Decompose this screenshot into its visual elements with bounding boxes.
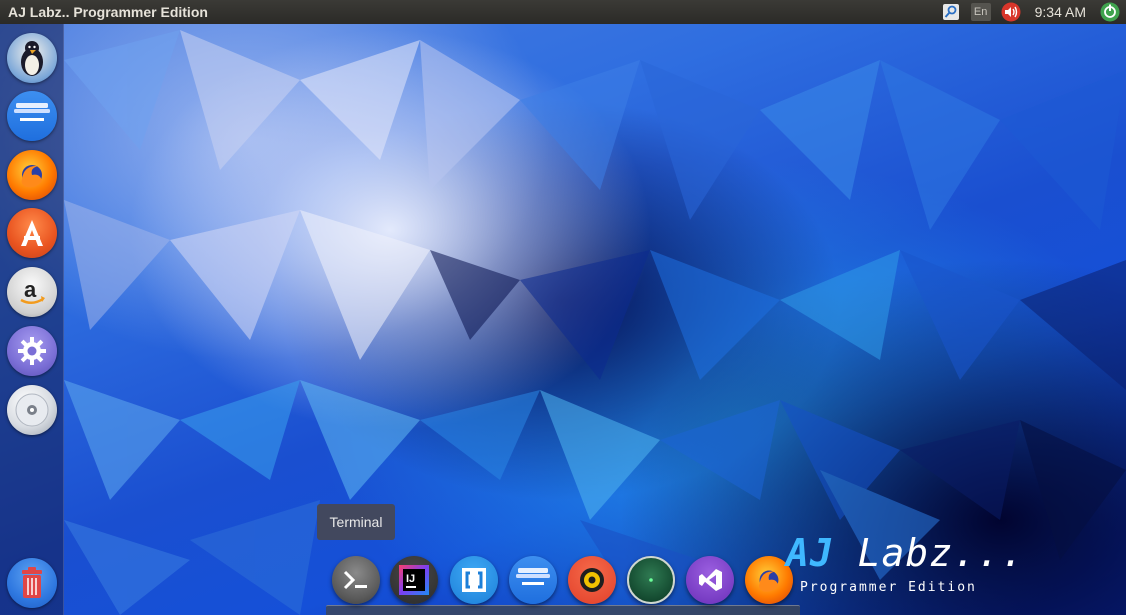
brand-subtitle: Programmer Edition xyxy=(800,580,977,595)
files-app-icon[interactable] xyxy=(7,91,57,141)
keyboard-layout-indicator[interactable]: En xyxy=(970,3,991,21)
svg-text:a: a xyxy=(24,277,37,302)
dock-tooltip: Terminal xyxy=(317,504,395,540)
software-center-icon[interactable] xyxy=(7,208,57,258)
clock[interactable]: 9:34 AM xyxy=(1031,4,1090,20)
volume-icon[interactable] xyxy=(1001,2,1021,22)
user-avatar-icon[interactable] xyxy=(7,33,57,83)
search-indicator-icon[interactable] xyxy=(941,2,961,22)
top-panel: AJ Labz.. Programmer Edition En 9:34 AM xyxy=(0,0,1126,24)
files-app-icon[interactable] xyxy=(509,556,557,604)
firefox-icon[interactable] xyxy=(7,150,57,200)
desktop-wallpaper xyxy=(0,0,1126,615)
brand-title-prefix: AJ xyxy=(786,531,834,575)
visual-studio-code-icon[interactable] xyxy=(686,556,734,604)
wallpaper-facets xyxy=(64,30,1126,615)
radar-app-icon[interactable] xyxy=(627,556,675,604)
music-player-icon[interactable] xyxy=(568,556,616,604)
window-title: AJ Labz.. Programmer Edition xyxy=(8,4,208,20)
launcher: a xyxy=(0,24,64,615)
system-settings-icon[interactable] xyxy=(7,326,57,376)
optical-disc-icon[interactable] xyxy=(7,385,57,435)
amazon-icon[interactable]: a xyxy=(7,267,57,317)
brand-title-rest: Labz... xyxy=(857,531,1025,575)
session-menu-icon[interactable] xyxy=(1100,2,1120,22)
indicator-area: En 9:34 AM xyxy=(941,0,1126,24)
terminal-icon[interactable] xyxy=(332,556,380,604)
dock-shelf xyxy=(326,605,800,615)
intellij-idea-icon[interactable]: IJ xyxy=(390,556,438,604)
svg-text:IJ: IJ xyxy=(406,573,415,585)
brand-title: AJ Labz... xyxy=(786,531,1025,575)
brackets-icon[interactable] xyxy=(450,556,498,604)
trash-icon[interactable] xyxy=(7,558,57,608)
